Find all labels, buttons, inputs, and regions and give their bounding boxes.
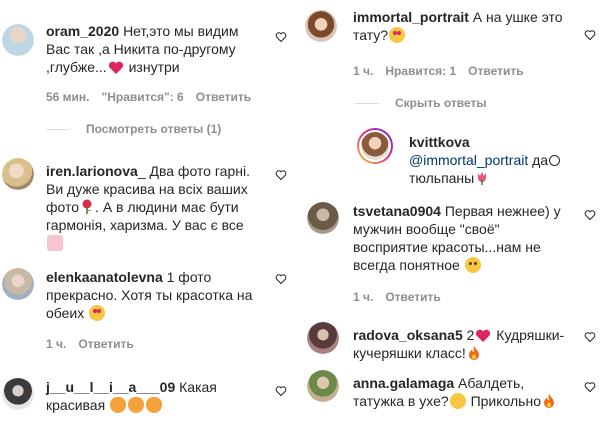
comment-meta: 1 ч. Нравится: 1 Ответить bbox=[353, 64, 524, 78]
comment-username[interactable]: immortal_portrait bbox=[353, 9, 469, 25]
comment-username[interactable]: iren.larionova bbox=[46, 163, 138, 179]
avatar[interactable] bbox=[307, 322, 339, 354]
reply-button[interactable]: Ответить bbox=[78, 337, 133, 351]
like-count[interactable]: "Нравится": 6 bbox=[102, 90, 184, 104]
comment-username[interactable]: anna.galamaga bbox=[353, 375, 454, 391]
heart-eyes-emoji-icon bbox=[389, 27, 406, 43]
hide-replies-button[interactable]: Скрыть ответы bbox=[355, 96, 487, 110]
rose-emoji-icon bbox=[80, 199, 94, 215]
like-heart-icon[interactable] bbox=[583, 330, 597, 344]
heart-eyes-cat-emoji-icon bbox=[110, 397, 127, 413]
like-heart-icon[interactable] bbox=[583, 380, 597, 394]
love-letter-emoji-icon bbox=[47, 235, 63, 251]
comment-text: iren.larionova_ Два фото гарні. Ви дуже … bbox=[46, 162, 282, 252]
like-heart-icon[interactable] bbox=[274, 168, 288, 182]
avatar[interactable] bbox=[307, 202, 339, 234]
like-heart-icon[interactable] bbox=[274, 30, 288, 44]
heart-eyes-cat-emoji-icon bbox=[146, 397, 163, 413]
view-replies-button[interactable]: Посмотреть ответы (1) bbox=[46, 122, 221, 136]
comment-time[interactable]: 1 ч. bbox=[353, 290, 373, 304]
comment-meta: 1 ч. Ответить bbox=[46, 337, 134, 351]
heart-emoji-icon bbox=[108, 61, 124, 75]
comment-text: elenkaanatolevna 1 фото прекрасно. Хотя … bbox=[46, 269, 253, 321]
heart-eyes-cat-emoji-icon bbox=[128, 397, 145, 413]
comment-username[interactable]: elenkaanatolevna bbox=[46, 269, 163, 285]
comment-username[interactable]: tsvetana0904 bbox=[353, 203, 441, 219]
comment-time[interactable]: 1 ч. bbox=[46, 337, 66, 351]
comment-text: oram_2020 Нет,это мы видим Вас так ,а Ни… bbox=[46, 23, 239, 75]
heart-eyes-emoji-icon bbox=[89, 305, 106, 321]
avatar[interactable] bbox=[2, 24, 34, 56]
story-avatar[interactable] bbox=[357, 128, 393, 164]
comment-text: radova_oksana5 2 Кудряшки- кучеряшки кла… bbox=[353, 327, 565, 361]
like-heart-icon[interactable] bbox=[583, 28, 597, 42]
like-count[interactable]: Нравится: 1 bbox=[385, 64, 456, 78]
divider bbox=[46, 128, 70, 130]
like-heart-icon[interactable] bbox=[583, 208, 597, 222]
avatar[interactable] bbox=[305, 10, 337, 42]
comment-text: immortal_portrait А на ушке это тату? bbox=[353, 9, 563, 43]
fire-emoji-icon bbox=[467, 345, 481, 361]
fire-emoji-icon bbox=[542, 393, 556, 409]
reply-button[interactable]: Ответить bbox=[468, 64, 523, 78]
comment-username[interactable]: radova_oksana5 bbox=[353, 327, 463, 343]
comment-meta: 56 мин. "Нравится": 6 Ответить bbox=[46, 90, 251, 104]
comment-meta: 1 ч. Ответить bbox=[353, 290, 441, 304]
astonished-emoji-icon bbox=[449, 393, 466, 409]
comment-text: anna.galamaga Абалдеть, татужка в ухе? П… bbox=[353, 374, 573, 410]
avatar[interactable] bbox=[2, 378, 34, 410]
divider bbox=[355, 102, 379, 104]
comment-text: kvittkova @immortal_portrait да тюльпаны bbox=[409, 133, 589, 187]
smile-emoji-icon bbox=[549, 155, 561, 166]
comment-username[interactable]: kvittkova bbox=[409, 134, 470, 150]
heart-emoji-icon bbox=[475, 329, 491, 343]
like-heart-icon[interactable] bbox=[274, 384, 288, 398]
comment-time[interactable]: 1 ч. bbox=[353, 64, 373, 78]
reply-button[interactable]: Ответить bbox=[385, 290, 440, 304]
like-heart-icon[interactable] bbox=[274, 272, 288, 286]
comment-text: j__u__l__i__a___09 Какая красивая bbox=[46, 379, 217, 413]
tulip-emoji-icon bbox=[475, 170, 489, 186]
mention-link[interactable]: @immortal_portrait bbox=[409, 152, 528, 168]
avatar[interactable] bbox=[2, 268, 34, 300]
comment-text: tsvetana0904 Первая нежнее) у мужчин воо… bbox=[353, 203, 561, 273]
avatar[interactable] bbox=[2, 158, 34, 190]
comment-username[interactable]: j__u__l__i__a___09 bbox=[46, 379, 175, 395]
comment-time[interactable]: 56 мин. bbox=[46, 90, 90, 104]
comment-username[interactable]: oram_2020 bbox=[46, 23, 119, 39]
reply-button[interactable]: Ответить bbox=[196, 90, 251, 104]
grinning-emoji-icon bbox=[464, 257, 481, 273]
avatar[interactable] bbox=[307, 370, 339, 402]
